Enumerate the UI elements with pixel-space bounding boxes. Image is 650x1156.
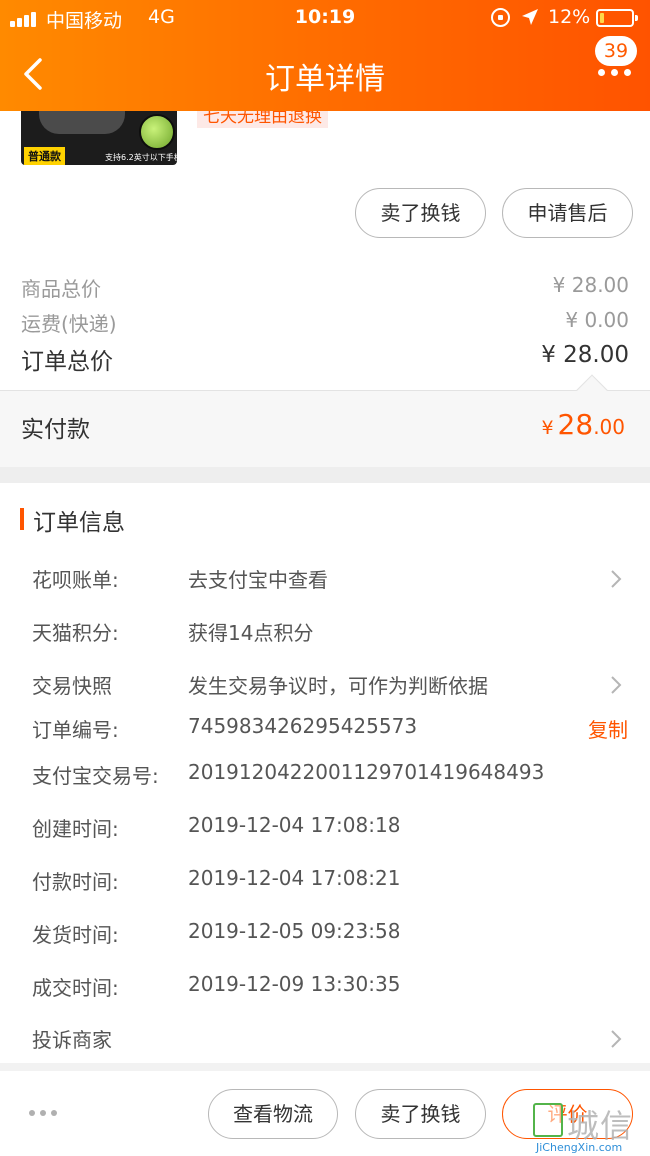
more-actions-icon[interactable] (29, 1110, 59, 1118)
shipping-time-label: 发货时间: (32, 923, 119, 947)
thumbnail-pad-shape (39, 108, 125, 134)
completed-time-value: 2019-12-09 13:30:35 (188, 972, 401, 996)
amount-paid-value: ¥28.00 (541, 408, 625, 441)
product-thumbnail[interactable]: 普通款 支持6.2英寸以下手机 (21, 108, 177, 165)
sell-for-cash-button[interactable]: 卖了换钱 (355, 188, 486, 238)
created-time-value: 2019-12-04 17:08:18 (188, 813, 401, 837)
completed-time-row: 成交时间: 2019-12-09 13:30:35 (0, 972, 650, 1002)
tmall-points-label: 天猫积分: (32, 621, 119, 645)
amount-paid-decimal: .00 (593, 415, 625, 439)
thumbnail-tag: 普通款 (24, 147, 65, 165)
payment-time-label: 付款时间: (32, 870, 119, 894)
watermark-emblem-icon (533, 1103, 563, 1137)
shipping-fee-value: ¥ 0.00 (565, 308, 629, 332)
order-total-label: 订单总价 (21, 349, 113, 375)
thumbnail-caption: 支持6.2英寸以下手机 (105, 153, 177, 162)
battery-icon (596, 9, 638, 27)
return-policy-tag: 七天无理由退换 (197, 108, 328, 128)
tmall-points-value: 获得14点积分 (188, 621, 314, 645)
tmall-points-row: 天猫积分: 获得14点积分 (0, 617, 650, 647)
shipping-fee-label: 运费(快递) (21, 312, 117, 336)
message-count-badge: 39 (595, 36, 637, 66)
shipping-time-value: 2019-12-05 09:23:58 (188, 919, 401, 943)
trade-snapshot-value: 发生交易争议时，可作为判断依据 (188, 674, 488, 698)
payment-time-row: 付款时间: 2019-12-04 17:08:21 (0, 866, 650, 896)
section-accent-bar (20, 508, 24, 530)
order-info-title: 订单信息 (33, 510, 125, 536)
amount-paid-currency: ¥ (541, 417, 554, 439)
order-number-label: 订单编号: (32, 718, 119, 742)
shipping-time-row: 发货时间: 2019-12-05 09:23:58 (0, 919, 650, 949)
order-number-row: 订单编号: 745983426295425573 复制 (0, 714, 650, 744)
created-time-label: 创建时间: (32, 817, 119, 841)
huabei-bill-row[interactable]: 花呗账单: 去支付宝中查看 (0, 564, 650, 594)
copy-order-number-button[interactable]: 复制 (588, 714, 628, 743)
goods-total-label: 商品总价 (21, 277, 101, 301)
sell-for-cash-bottom-button[interactable]: 卖了换钱 (355, 1089, 486, 1139)
page-title: 订单详情 (265, 62, 385, 97)
complaint-label: 投诉商家 (32, 1028, 112, 1052)
order-number-value: 745983426295425573 (188, 714, 418, 738)
created-time-row: 创建时间: 2019-12-04 17:08:18 (0, 813, 650, 843)
location-arrow-icon (522, 9, 538, 25)
watermark-url: JiChengXin.com (536, 1141, 623, 1154)
battery-percent: 12% (548, 6, 591, 28)
trade-snapshot-row[interactable]: 交易快照 发生交易争议时，可作为判断依据 (0, 670, 650, 700)
chevron-right-icon (611, 1030, 622, 1048)
alipay-trade-number-value: 2019120422001129701419648493 (188, 760, 545, 784)
goods-total-value: ¥ 28.00 (552, 273, 629, 297)
chevron-right-icon (611, 570, 622, 588)
complaint-row[interactable]: 投诉商家 (0, 1024, 650, 1054)
rotation-lock-icon (491, 8, 510, 27)
after-sale-button[interactable]: 申请售后 (502, 188, 633, 238)
more-options-icon[interactable] (598, 68, 632, 78)
thumbnail-waterproof-badge (139, 114, 175, 150)
bottom-divider (0, 1063, 650, 1071)
app-header: 中国移动 4G 10:19 12% 订单详情 39 (0, 0, 650, 111)
status-bar: 中国移动 4G 10:19 12% (0, 0, 650, 36)
section-gap (0, 467, 650, 483)
amount-paid-integer: 28 (557, 408, 594, 441)
huabei-bill-label: 花呗账单: (32, 568, 119, 592)
chevron-right-icon (611, 676, 622, 694)
huabei-bill-value: 去支付宝中查看 (188, 568, 328, 592)
alipay-trade-number-row: 支付宝交易号: 2019120422001129701419648493 (0, 760, 650, 790)
battery-level-fill (600, 13, 604, 23)
trade-snapshot-label: 交易快照 (32, 674, 112, 698)
amount-paid-label: 实付款 (21, 417, 90, 443)
view-logistics-button[interactable]: 查看物流 (208, 1089, 338, 1139)
order-total-value: ¥ 28.00 (541, 342, 629, 368)
completed-time-label: 成交时间: (32, 976, 119, 1000)
watermark-logo: 城信 JiChengXin.com (533, 1103, 650, 1156)
payment-time-value: 2019-12-04 17:08:21 (188, 866, 401, 890)
alipay-trade-number-label: 支付宝交易号: (32, 764, 159, 788)
